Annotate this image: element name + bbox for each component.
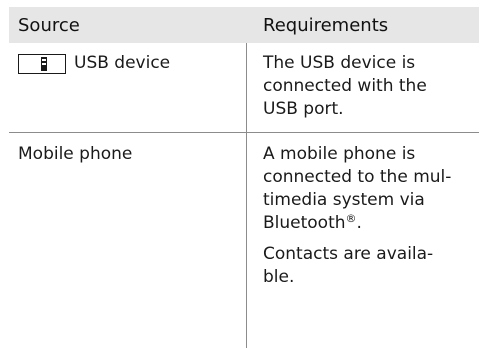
registered-mark: ® bbox=[345, 212, 357, 225]
source-cell: Mobile phone bbox=[9, 133, 247, 348]
table-header: Source Requirements bbox=[9, 7, 479, 43]
header-requirements: Requirements bbox=[263, 14, 389, 36]
table-row: USB device The USB device is connected w… bbox=[9, 43, 479, 133]
table-row: Mobile phone A mobile phone is connected… bbox=[9, 133, 479, 348]
requirement-line: Bluetooth®. bbox=[263, 212, 479, 235]
contacts-paragraph: Contacts are availa- ble. bbox=[263, 243, 479, 289]
header-source: Source bbox=[18, 14, 80, 36]
requirement-line: timedia system via bbox=[263, 190, 425, 210]
source-cell: USB device bbox=[9, 43, 247, 132]
bluetooth-text: Bluetooth bbox=[263, 213, 346, 233]
requirement-line: connected with the bbox=[263, 76, 427, 96]
requirement-line: Contacts are availa- bbox=[263, 244, 434, 264]
source-label: Mobile phone bbox=[18, 144, 133, 164]
requirements-table: Source Requirements USB device The USB d… bbox=[9, 7, 479, 348]
requirement-line: USB port. bbox=[263, 99, 344, 119]
source-label: USB device bbox=[74, 53, 171, 73]
requirements-cell: The USB device is connected with the USB… bbox=[247, 43, 479, 132]
requirements-cell: A mobile phone is connected to the mul- … bbox=[247, 133, 479, 348]
requirement-line: ble. bbox=[263, 267, 295, 287]
period-text: . bbox=[356, 213, 362, 233]
requirement-line: The USB device is bbox=[263, 53, 416, 73]
usb-stick-icon bbox=[18, 54, 66, 74]
requirement-line: connected to the mul- bbox=[263, 167, 452, 187]
requirement-line: A mobile phone is bbox=[263, 144, 416, 164]
